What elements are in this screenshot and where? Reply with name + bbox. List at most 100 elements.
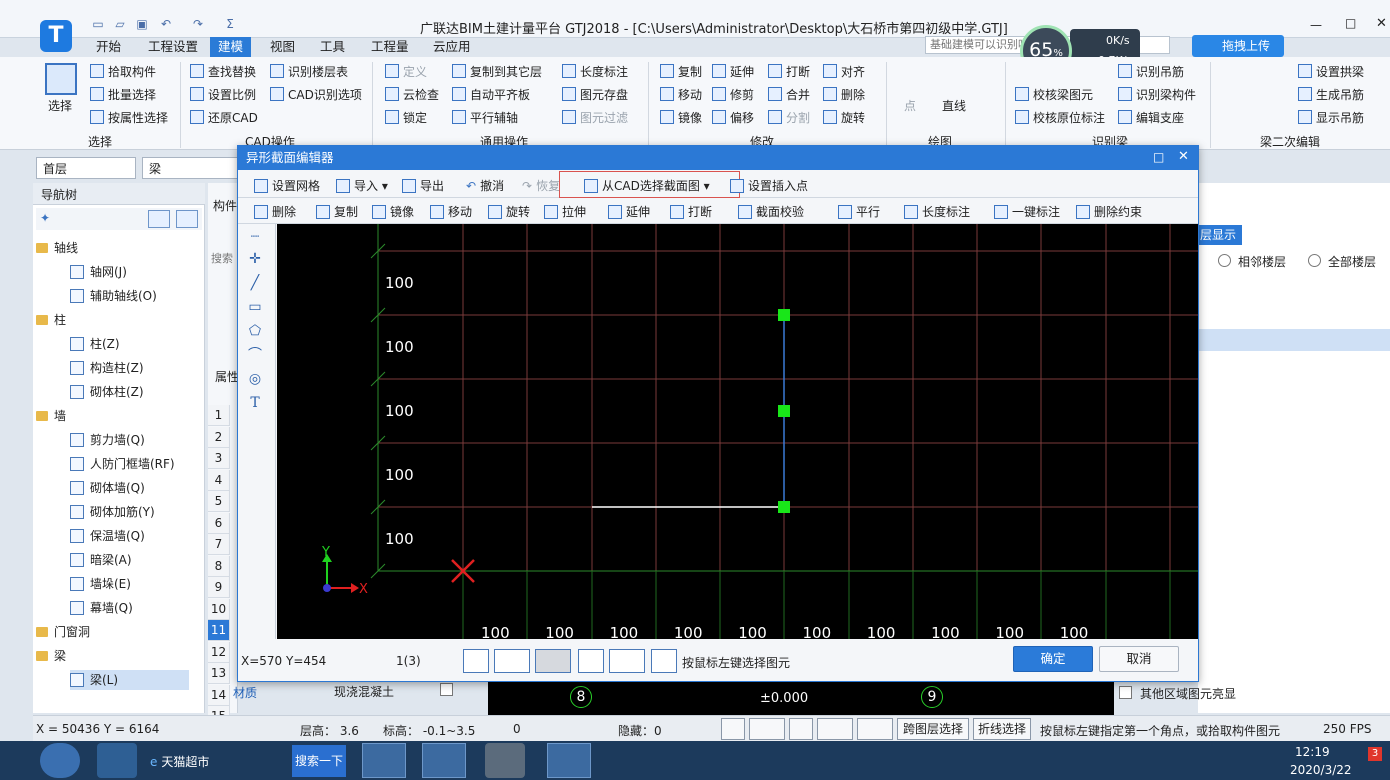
auto-dim-tool-button[interactable]: 一键标注 <box>994 203 1060 220</box>
group-beam2-label[interactable]: 梁二次编辑 <box>1260 133 1320 150</box>
prop-row-number[interactable]: 12 <box>208 641 230 663</box>
edit-toggle[interactable] <box>651 649 677 673</box>
rectangle-tool-icon[interactable]: ▭ <box>246 298 264 316</box>
remove-constraint-tool-button[interactable]: 删除约束 <box>1076 203 1142 220</box>
prop-row-number[interactable]: 6 <box>208 512 230 534</box>
menu-start[interactable]: 开始 <box>88 37 129 57</box>
check-beam-button[interactable]: 校核梁图元 <box>1015 86 1093 103</box>
main-canvas-strip[interactable]: 8 ±0.000 9 <box>488 682 1114 715</box>
identify-hanger-button[interactable]: 识别吊筋 <box>1118 63 1184 80</box>
prop-row-number[interactable]: 7 <box>208 534 230 555</box>
snap-dropdown[interactable] <box>494 649 530 673</box>
layer-display-tab[interactable]: 层显示 <box>1198 225 1242 245</box>
delete-button[interactable]: 删除 <box>823 86 865 103</box>
export-button[interactable]: 导出 <box>402 177 444 194</box>
other-area-highlight-checkbox[interactable] <box>1119 686 1132 699</box>
length-dim-tool-button[interactable]: 长度标注 <box>904 203 970 220</box>
adjacent-floor-radio[interactable] <box>1218 254 1231 267</box>
selected-row[interactable] <box>1198 329 1390 351</box>
find-replace-button[interactable]: 查找替换 <box>190 63 256 80</box>
prop-row-number[interactable]: 5 <box>208 491 230 512</box>
floor-select[interactable]: 首层 <box>36 157 136 179</box>
status-cross-toggle[interactable] <box>789 718 813 740</box>
menu-quantity[interactable]: 工程量 <box>363 37 417 57</box>
prop-row-number[interactable]: 4 <box>208 469 230 491</box>
save-icon[interactable]: ▣ <box>134 17 150 31</box>
split-button[interactable]: 分割 <box>768 109 810 126</box>
length-dim-button[interactable]: 长度标注 <box>562 63 628 80</box>
import-button[interactable]: 导入 ▾ <box>336 177 388 194</box>
dotted-line-icon[interactable]: ┈ <box>246 228 264 246</box>
cad-options-button[interactable]: CAD识别选项 <box>270 86 362 103</box>
cancel-button[interactable]: 取消 <box>1099 646 1179 672</box>
nav-item[interactable]: 梁(L) <box>70 670 189 690</box>
prop-row-number[interactable]: 9 <box>208 577 230 598</box>
upload-button[interactable]: 拖拽上传 <box>1192 35 1284 57</box>
minimize-button[interactable]: — <box>1310 18 1322 32</box>
group-select-label[interactable]: 选择 <box>88 133 112 150</box>
ok-button[interactable]: 确定 <box>1013 646 1093 672</box>
mirror-tool-button[interactable]: 镜像 <box>372 203 414 220</box>
undo-button[interactable]: ↶ 撤消 <box>466 177 504 194</box>
prop-row-number[interactable]: 8 <box>208 555 230 577</box>
nav-item[interactable]: 柱(Z) <box>70 334 189 354</box>
move-button[interactable]: 移动 <box>660 86 702 103</box>
taskbar-search[interactable]: 搜索一下 <box>292 745 346 777</box>
component-type-select[interactable]: 梁 <box>142 157 242 179</box>
nav-item[interactable]: 墙垛(E) <box>70 574 189 594</box>
nav-item[interactable]: 人防门框墙(RF) <box>70 454 189 474</box>
dialog-maximize-button[interactable]: □ <box>1153 150 1164 164</box>
list-view-icon[interactable] <box>148 210 170 228</box>
auto-align-slab-button[interactable]: 自动平齐板 <box>452 86 530 103</box>
redo-icon[interactable]: ↷ <box>190 17 206 31</box>
point-button[interactable]: 点 <box>904 97 916 114</box>
close-window-button[interactable]: ✕ <box>1376 16 1387 31</box>
copy-tool-button[interactable]: 复制 <box>316 203 358 220</box>
taskbar-gtj[interactable] <box>422 743 466 778</box>
status-ortho-toggle[interactable] <box>721 718 745 740</box>
taskbar-app-5[interactable] <box>547 743 591 778</box>
nav-item[interactable]: 辅助轴线(O) <box>70 286 189 306</box>
display-dropdown[interactable] <box>609 649 645 673</box>
dim-dropdown[interactable] <box>535 649 571 673</box>
offset-button[interactable]: 偏移 <box>712 109 754 126</box>
line-button[interactable]: 直线 <box>942 97 966 114</box>
nav-folder[interactable]: 轴线 <box>36 238 186 258</box>
components-tab[interactable]: 构件 <box>213 197 237 214</box>
taskbar-app-4[interactable] <box>485 743 525 778</box>
props-tab[interactable]: 属性 <box>215 368 239 385</box>
parallel-axis-button[interactable]: 平行辅轴 <box>452 109 518 126</box>
nav-item[interactable]: 轴网(J) <box>70 262 189 282</box>
nav-item[interactable]: 保温墙(Q) <box>70 526 189 546</box>
rotate-button[interactable]: 旋转 <box>823 109 865 126</box>
line-tool-icon[interactable]: ╱ <box>246 274 264 292</box>
dialog-close-button[interactable]: ✕ <box>1178 149 1189 164</box>
prop-row-number[interactable]: 3 <box>208 448 230 469</box>
taskbar-cad[interactable] <box>362 743 406 778</box>
show-hanger-button[interactable]: 显示吊筋 <box>1298 109 1364 126</box>
edit-support-button[interactable]: 编辑支座 <box>1118 109 1184 126</box>
batch-select-button[interactable]: 批量选择 <box>90 86 156 103</box>
arc-tool-icon[interactable]: ⌒ <box>246 346 264 364</box>
set-arch-beam-button[interactable]: 设置拱梁 <box>1298 63 1364 80</box>
component-search[interactable]: 搜索 <box>211 250 233 266</box>
maximize-button[interactable]: □ <box>1345 16 1356 30</box>
select-button[interactable]: 选择 <box>48 97 72 114</box>
nav-item[interactable]: 砌体柱(Z) <box>70 382 189 402</box>
nav-item[interactable]: 幕墙(Q) <box>70 598 189 618</box>
taskbar-tmall[interactable]: e 天猫超市 <box>150 753 209 770</box>
nav-item[interactable]: 砌体加筋(Y) <box>70 502 189 522</box>
nav-folder[interactable]: 门窗洞 <box>36 622 186 642</box>
nav-item[interactable]: 剪力墙(Q) <box>70 430 189 450</box>
prop-row-number[interactable]: 13 <box>208 663 230 684</box>
nav-item[interactable]: 构造柱(Z) <box>70 358 189 378</box>
prop-row-number[interactable]: 10 <box>208 598 230 620</box>
element-filter-button[interactable]: 图元过滤 <box>562 109 628 126</box>
copy-button[interactable]: 复制 <box>660 63 702 80</box>
menu-view[interactable]: 视图 <box>262 37 303 57</box>
grid-view-icon[interactable] <box>176 210 198 228</box>
break-tool-button[interactable]: 打断 <box>670 203 712 220</box>
status-snap-dropdown[interactable] <box>749 718 785 740</box>
status-dim-dropdown[interactable] <box>857 718 893 740</box>
prop-row-number[interactable]: 1 <box>208 405 230 426</box>
